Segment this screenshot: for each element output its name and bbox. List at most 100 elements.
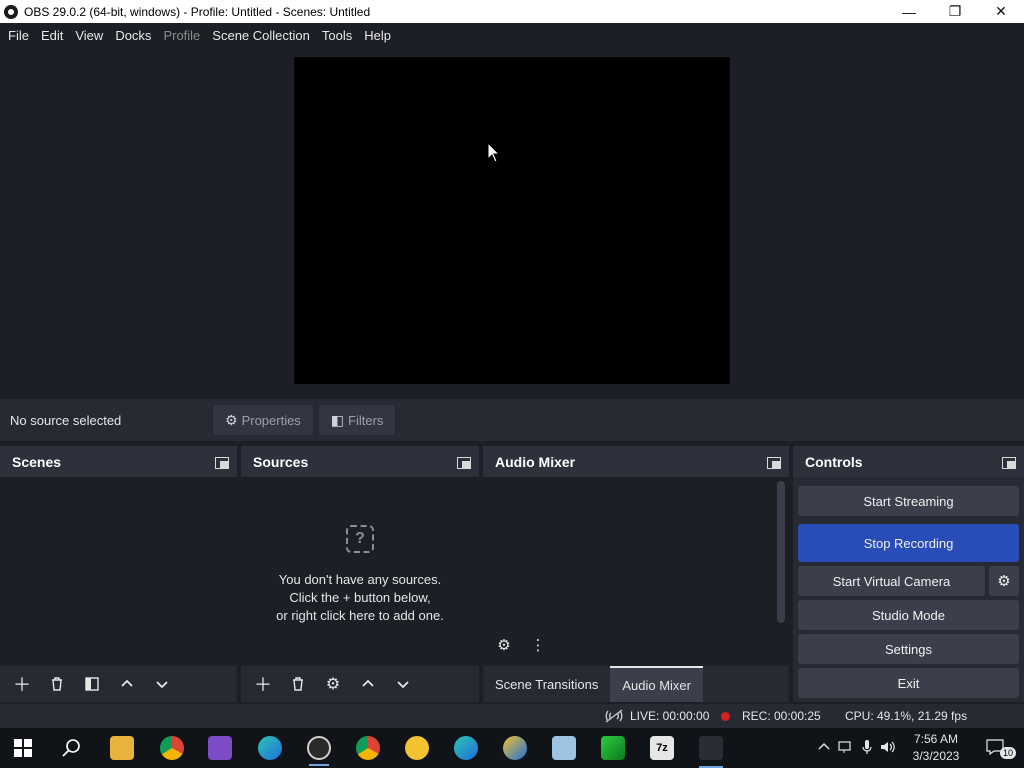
- rec-timer: REC: 00:00:25: [742, 709, 821, 723]
- title-bar: OBS 29.0.2 (64-bit, windows) - Profile: …: [0, 0, 1024, 23]
- obs-taskbar-icon[interactable]: [307, 736, 331, 766]
- menu-tools[interactable]: Tools: [316, 28, 358, 43]
- visual-studio-icon[interactable]: [208, 736, 232, 760]
- source-toolbar: No source selected ⚙ Properties ◧ Filter…: [0, 399, 1024, 441]
- virtual-camera-settings-button[interactable]: ⚙: [989, 566, 1019, 596]
- network-icon[interactable]: [838, 740, 854, 757]
- app-icon[interactable]: [552, 736, 576, 760]
- window-title: OBS 29.0.2 (64-bit, windows) - Profile: …: [24, 4, 371, 19]
- gear-icon: ⚙: [997, 573, 1011, 590]
- volume-icon[interactable]: [880, 740, 896, 757]
- chrome-beta-icon[interactable]: [356, 736, 380, 760]
- close-button[interactable]: ✕: [978, 0, 1024, 23]
- live-timer: LIVE: 00:00:00: [630, 709, 710, 723]
- audio-mixer-dock-header: Audio Mixer: [483, 446, 789, 477]
- edge-icon[interactable]: [258, 736, 282, 760]
- edge-canary-icon[interactable]: [503, 736, 527, 760]
- question-mark-icon: ?: [346, 525, 374, 553]
- controls-dock-title: Controls: [805, 453, 863, 470]
- system-tray: 7:56 AM 3/3/2023 10: [814, 728, 1024, 768]
- status-bar: LIVE: 00:00:00 REC: 00:00:25 CPU: 49.1%,…: [0, 704, 1024, 728]
- source-properties-button[interactable]: ⚙: [319, 670, 347, 698]
- controls-dock-header: Controls: [793, 446, 1024, 477]
- audio-mixer-dock-title: Audio Mixer: [495, 453, 576, 470]
- settings-button[interactable]: Settings: [798, 634, 1019, 664]
- menu-profile[interactable]: Profile: [157, 28, 206, 43]
- move-scene-down-button[interactable]: [148, 670, 176, 698]
- mixer-scrollbar[interactable]: [777, 481, 785, 623]
- preview-area: [0, 47, 1024, 399]
- filter-icon: ◧: [330, 411, 345, 428]
- notification-count-badge: 10: [1000, 747, 1017, 759]
- mixer-tab-bar: Scene Transitions Audio Mixer: [483, 666, 789, 702]
- menu-file[interactable]: File: [2, 28, 35, 43]
- remove-source-button[interactable]: [284, 670, 312, 698]
- start-virtual-camera-button[interactable]: Start Virtual Camera: [798, 566, 985, 596]
- start-streaming-button[interactable]: Start Streaming: [798, 486, 1019, 516]
- move-source-up-button[interactable]: [354, 670, 382, 698]
- rec-indicator-icon: [721, 712, 730, 721]
- properties-button[interactable]: ⚙ Properties: [213, 405, 313, 435]
- windows-start-icon[interactable]: [14, 739, 32, 757]
- chrome-canary-icon[interactable]: [405, 736, 429, 760]
- chrome-icon[interactable]: [160, 736, 184, 760]
- security-shield-icon[interactable]: [699, 736, 723, 768]
- source-status: No source selected: [10, 412, 122, 428]
- chevron-up-icon: [362, 679, 374, 687]
- scenes-list[interactable]: [0, 477, 237, 666]
- menu-help[interactable]: Help: [358, 28, 397, 43]
- chevron-down-icon: [397, 681, 409, 689]
- move-source-down-button[interactable]: [389, 670, 417, 698]
- advanced-audio-properties-button[interactable]: ⚙: [491, 632, 517, 658]
- filter-icon: [85, 677, 99, 691]
- sources-dock: Sources ? You don't have any sources. Cl…: [241, 446, 479, 702]
- scenes-dock-title: Scenes: [12, 453, 62, 470]
- clock-date[interactable]: 3/3/2023: [906, 749, 966, 763]
- scenes-dock-header: Scenes: [0, 446, 237, 477]
- scenes-toolbar: ＋: [0, 666, 237, 702]
- tab-audio-mixer[interactable]: Audio Mixer: [610, 666, 703, 702]
- add-source-button[interactable]: ＋: [249, 670, 277, 698]
- controls-dock: Controls Start Streaming Stop Recording …: [793, 446, 1024, 702]
- studio-mode-button[interactable]: Studio Mode: [798, 600, 1019, 630]
- scenes-dock: Scenes ＋: [0, 446, 237, 702]
- undock-icon[interactable]: [215, 455, 231, 469]
- clock-time[interactable]: 7:56 AM: [906, 732, 966, 746]
- undock-icon[interactable]: [457, 455, 473, 469]
- obs-logo-icon: [4, 4, 18, 19]
- filters-label: Filters: [348, 412, 384, 428]
- search-icon[interactable]: [61, 738, 81, 758]
- stop-recording-button[interactable]: Stop Recording: [798, 524, 1019, 562]
- menu-edit[interactable]: Edit: [35, 28, 69, 43]
- app-green-icon[interactable]: [601, 736, 625, 760]
- tab-scene-transitions[interactable]: Scene Transitions: [483, 666, 610, 702]
- chevron-up-icon: [121, 679, 133, 687]
- window-controls: — ❐ ✕: [886, 0, 1024, 23]
- menu-docks[interactable]: Docks: [109, 28, 157, 43]
- remove-scene-button[interactable]: [43, 670, 71, 698]
- menu-scene-collection[interactable]: Scene Collection: [206, 28, 316, 43]
- sources-list[interactable]: ? You don't have any sources. Click the …: [241, 477, 479, 666]
- microphone-icon[interactable]: [862, 739, 872, 758]
- minimize-button[interactable]: —: [886, 0, 932, 23]
- exit-button[interactable]: Exit: [798, 668, 1019, 698]
- 7zip-icon[interactable]: 7z: [650, 736, 674, 760]
- add-scene-button[interactable]: ＋: [8, 670, 36, 698]
- move-scene-up-button[interactable]: [113, 670, 141, 698]
- sources-toolbar: ＋ ⚙: [241, 666, 479, 702]
- file-explorer-icon[interactable]: [110, 736, 134, 760]
- gear-icon: ⚙: [225, 411, 238, 428]
- mixer-menu-button[interactable]: ⋮: [525, 632, 551, 658]
- scene-filters-button[interactable]: [78, 670, 106, 698]
- chevron-down-icon: [156, 681, 168, 689]
- menu-view[interactable]: View: [69, 28, 109, 43]
- filters-button[interactable]: ◧ Filters: [318, 405, 396, 435]
- preview-canvas[interactable]: [294, 57, 730, 384]
- sources-empty-line3: or right click here to add one.: [276, 608, 444, 623]
- maximize-button[interactable]: ❐: [932, 0, 978, 23]
- chevron-up-icon[interactable]: [818, 740, 830, 754]
- undock-icon[interactable]: [767, 455, 783, 469]
- undock-icon[interactable]: [1002, 455, 1018, 469]
- edge-beta-icon[interactable]: [454, 736, 478, 760]
- sources-dock-header: Sources: [241, 446, 479, 477]
